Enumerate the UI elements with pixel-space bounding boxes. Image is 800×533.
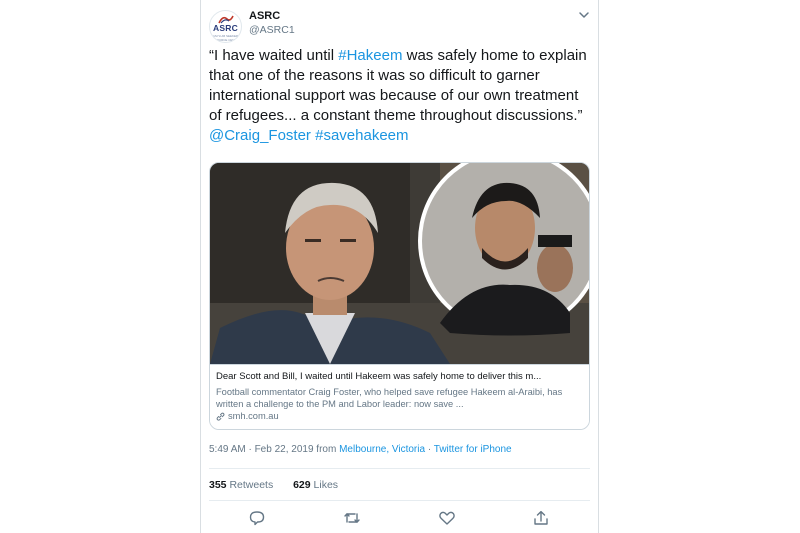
likes-count: 629	[293, 479, 311, 491]
link-card-domain-row: smh.com.au	[216, 410, 581, 422]
author-handle[interactable]: @ASRC1	[249, 24, 295, 36]
source-link[interactable]: Twitter for iPhone	[434, 444, 512, 455]
article-photo	[210, 163, 589, 364]
hashtag-link[interactable]: #Hakeem	[338, 47, 402, 64]
meta-separator: ·	[425, 444, 434, 455]
retweets-stat[interactable]: 355 Retweets	[209, 479, 273, 491]
author-name[interactable]: ASRC	[249, 10, 280, 22]
link-card-description: Football commentator Craig Foster, who h…	[216, 387, 563, 409]
link-card-domain: smh.com.au	[228, 411, 279, 421]
retweet-icon[interactable]	[343, 510, 361, 526]
divider	[209, 500, 590, 501]
divider	[209, 468, 590, 469]
hashtag-link[interactable]: #savehakeem	[315, 127, 408, 144]
link-card-title: Dear Scott and Bill, I waited until Hake…	[216, 371, 542, 382]
avatar[interactable]: ASRC ASYLUM SEEKER RESOURCE CENTRE	[209, 10, 242, 43]
tweet-text-part: “I have waited until	[209, 47, 339, 64]
avatar-logo-subtext: ASYLUM SEEKER RESOURCE CENTRE	[210, 34, 241, 42]
likes-label: Likes	[313, 479, 339, 491]
chevron-down-icon[interactable]	[578, 10, 590, 20]
link-card[interactable]: Dear Scott and Bill, I waited until Hake…	[209, 162, 590, 430]
avatar-logo-text: ASRC	[213, 23, 238, 33]
retweets-label: Retweets	[229, 479, 274, 491]
tweet-timestamp[interactable]: 5:49 AM · Feb 22, 2019 from	[209, 444, 339, 455]
share-icon[interactable]	[532, 510, 550, 526]
likes-stat[interactable]: 629 Likes	[293, 479, 338, 491]
mention-link[interactable]: @Craig_Foster	[209, 127, 311, 144]
location-link[interactable]: Melbourne, Victoria	[339, 444, 425, 455]
link-icon	[216, 412, 225, 421]
tweet-meta: 5:49 AM · Feb 22, 2019 from Melbourne, V…	[209, 444, 512, 455]
heart-icon[interactable]	[438, 510, 456, 526]
retweets-count: 355	[209, 479, 227, 491]
link-card-meta: Dear Scott and Bill, I waited until Hake…	[210, 364, 589, 429]
tweet-text: “I have waited until #Hakeem was safely …	[209, 46, 594, 146]
tweet-card: ASRC ASYLUM SEEKER RESOURCE CENTRE ASRC …	[200, 0, 599, 533]
reply-icon[interactable]	[248, 510, 266, 526]
engagement-stats: 355 Retweets 629 Likes	[209, 479, 338, 491]
